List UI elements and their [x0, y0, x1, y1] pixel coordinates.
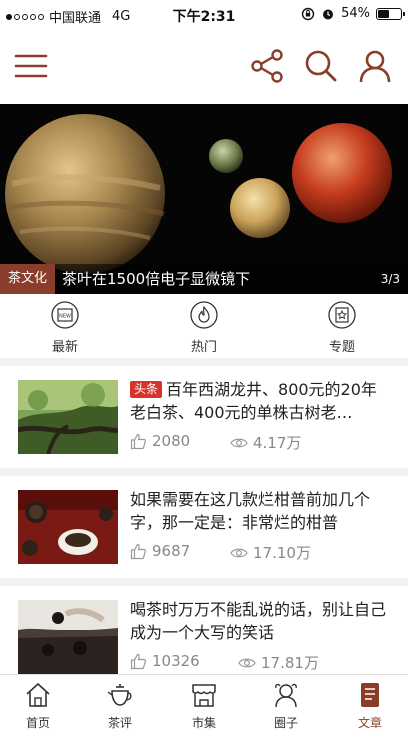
article-thumbnail: [18, 600, 118, 674]
view-count: 4.17万: [230, 432, 301, 453]
category-hot[interactable]: 热门: [164, 300, 244, 355]
home-icon: [26, 682, 50, 707]
headline-badge: 头条: [130, 381, 163, 398]
thumbs-up-icon: [130, 433, 146, 449]
article-title-text: 喝茶时万万不能乱说的话，别让自己成为一个大写的笑话: [130, 600, 387, 642]
like-count[interactable]: 2080: [130, 432, 190, 450]
like-count-value: 10326: [152, 652, 200, 670]
article-thumbnail: [18, 380, 118, 454]
orientation-lock-icon: [301, 7, 315, 20]
article-card[interactable]: 如果需要在这几款烂柑普前加几个字，那一定是：非常烂的柑普 9687 17.10万: [0, 476, 408, 578]
article-title-text: 百年西湖龙井、800元的20年老白茶、400元的单株古树老…: [130, 380, 377, 422]
teapot-icon: [107, 684, 132, 706]
eye-icon: [230, 438, 248, 447]
top-nav: [0, 30, 408, 104]
view-count-value: 17.10万: [253, 544, 311, 562]
article-title: 喝茶时万万不能乱说的话，别让自己成为一个大写的笑话: [130, 598, 392, 644]
like-count-value: 9687: [152, 542, 191, 560]
svg-text:NEW: NEW: [59, 314, 71, 320]
tab-label: 茶评: [107, 716, 132, 730]
article-card[interactable]: 喝茶时万万不能乱说的话，别让自己成为一个大写的笑话 10326 17.81万: [0, 586, 408, 688]
tab-label: 市集: [191, 716, 216, 730]
category-label: 最新: [51, 340, 78, 355]
eye-icon: [238, 658, 256, 667]
user-icon: [359, 50, 391, 83]
alarm-icon: [323, 9, 334, 19]
tab-market[interactable]: 市集: [168, 681, 240, 730]
share-button[interactable]: [246, 44, 290, 88]
thumbs-up-icon: [130, 543, 146, 559]
category-label: 专题: [328, 340, 355, 355]
shop-icon: [192, 684, 216, 707]
search-button[interactable]: [299, 44, 343, 88]
thumbs-up-icon: [130, 653, 146, 669]
category-latest[interactable]: NEW 最新: [25, 300, 105, 355]
status-right: 54%: [301, 6, 405, 21]
new-icon: NEW: [51, 301, 79, 329]
tab-label: 圈子: [273, 716, 298, 730]
banner-caption: 茶文化 茶叶在1500倍电子显微镜下 3/3: [0, 264, 408, 294]
view-count-value: 17.81万: [261, 654, 319, 672]
fire-icon: [190, 301, 218, 329]
category-tabs: NEW 最新 热门 专题: [0, 294, 408, 358]
article-title-text: 如果需要在这几款烂柑普前加几个字，那一定是：非常烂的柑普: [130, 490, 371, 532]
circle-icon: [275, 683, 297, 708]
menu-button[interactable]: [9, 44, 53, 88]
article-thumbnail: [18, 490, 118, 564]
app-screen: 中国联通 4G 下午2:31 54% 茶文化 茶叶在1500倍电子显微镜下 3/…: [0, 0, 408, 730]
banner-page-indicator: 3/3: [380, 272, 400, 286]
status-bar: 中国联通 4G 下午2:31 54%: [0, 0, 408, 30]
tab-tea-review[interactable]: 茶评: [84, 681, 156, 730]
user-button[interactable]: [353, 44, 397, 88]
like-count[interactable]: 9687: [130, 542, 190, 560]
eye-icon: [230, 548, 248, 557]
category-label: 热门: [190, 340, 217, 355]
banner-carousel[interactable]: 茶文化 茶叶在1500倍电子显微镜下 3/3: [0, 104, 408, 294]
search-icon: [305, 50, 337, 82]
menu-icon: [14, 54, 48, 78]
tab-community[interactable]: 圈子: [250, 681, 322, 730]
bottom-tab-bar: 首页 茶评 市集 圈子 文章: [0, 674, 408, 730]
tab-label: 文章: [357, 716, 382, 730]
banner-title: 茶叶在1500倍电子显微镜下: [62, 270, 251, 288]
view-count: 17.81万: [238, 652, 319, 673]
article-title: 如果需要在这几款烂柑普前加几个字，那一定是：非常烂的柑普: [130, 488, 392, 534]
like-count-value: 2080: [152, 432, 191, 450]
battery-percent: 54%: [341, 6, 370, 21]
category-topic[interactable]: 专题: [302, 300, 382, 355]
tab-label: 首页: [25, 716, 50, 730]
like-count[interactable]: 10326: [130, 652, 200, 670]
battery-icon: [376, 7, 405, 20]
article-card[interactable]: 头条 百年西湖龙井、800元的20年老白茶、400元的单株古树老… 2080 4.…: [0, 366, 408, 468]
banner-category-tag: 茶文化: [0, 264, 56, 294]
article-title: 头条 百年西湖龙井、800元的20年老白茶、400元的单株古树老…: [130, 378, 392, 424]
view-count: 17.10万: [230, 542, 311, 563]
tab-home[interactable]: 首页: [2, 681, 74, 730]
topic-icon: [328, 301, 356, 329]
article-icon: [361, 683, 379, 707]
tab-articles[interactable]: 文章: [334, 681, 406, 730]
view-count-value: 4.17万: [253, 434, 302, 452]
share-icon: [251, 49, 283, 83]
